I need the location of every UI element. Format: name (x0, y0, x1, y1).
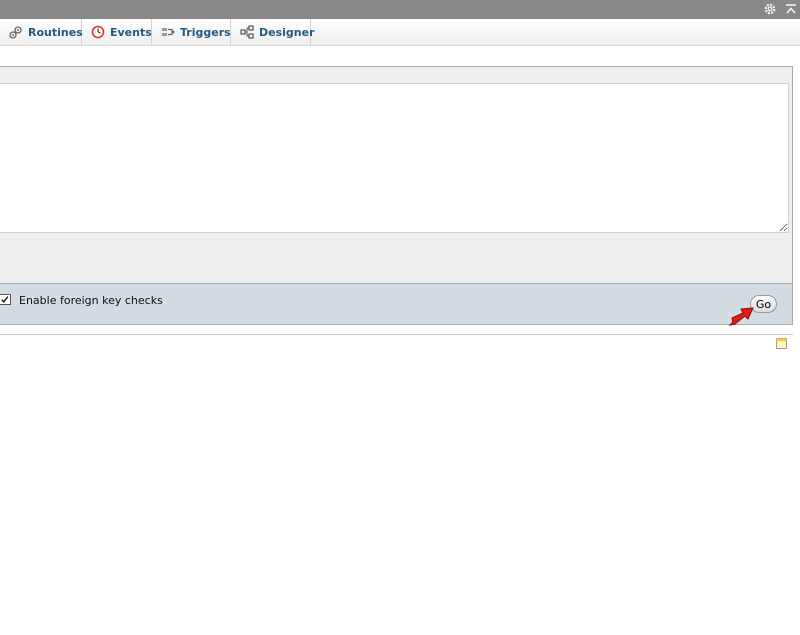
tab-triggers[interactable]: Triggers (152, 19, 231, 45)
routines-icon (9, 26, 22, 39)
red-arrow-icon (728, 307, 754, 326)
top-bar (0, 0, 800, 19)
events-icon (91, 25, 105, 39)
tab-designer[interactable]: Designer (231, 19, 315, 45)
tab-events[interactable]: Events (82, 19, 152, 45)
tab-label: Events (110, 25, 152, 39)
triggers-icon (162, 28, 175, 36)
collapse-icon[interactable] (784, 2, 798, 16)
gear-icon[interactable] (763, 2, 777, 16)
note-icon[interactable] (776, 338, 787, 349)
tab-routines[interactable]: Routines (0, 19, 83, 45)
tab-label: Routines (28, 25, 83, 39)
top-menu-tabs: Routines Events Triggers Designer (0, 19, 800, 46)
tab-label: Triggers (180, 25, 231, 39)
foreign-key-checks-checkbox[interactable] (0, 294, 11, 305)
sql-query-textarea[interactable] (0, 83, 789, 233)
console-bar (0, 334, 793, 635)
tab-label: Designer (259, 25, 315, 39)
designer-icon (240, 25, 254, 39)
foreign-key-checks-label: Enable foreign key checks (19, 294, 163, 307)
